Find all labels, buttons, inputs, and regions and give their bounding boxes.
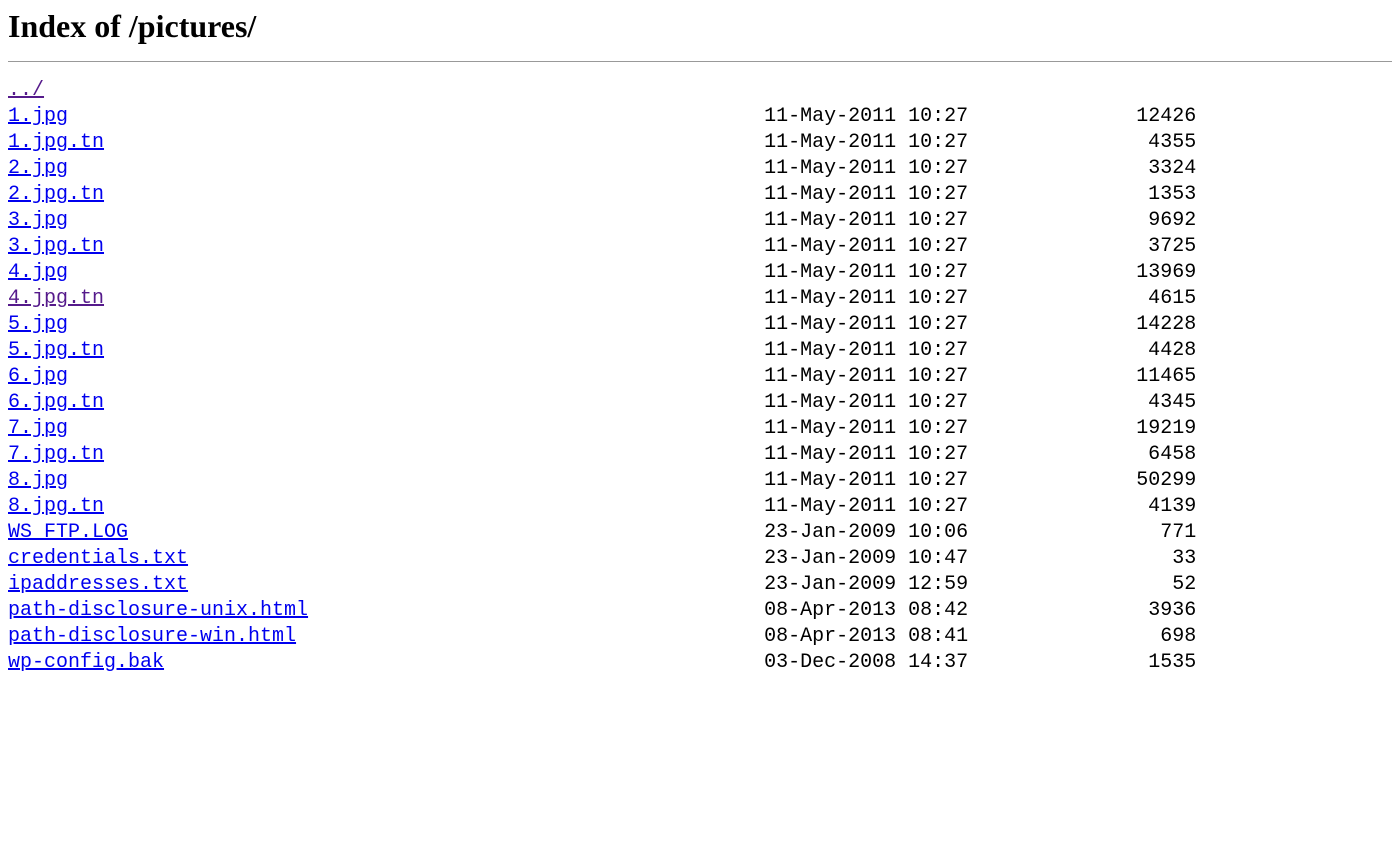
- file-link[interactable]: path-disclosure-unix.html: [8, 599, 308, 622]
- parent-directory-link[interactable]: ../: [8, 79, 44, 102]
- file-link[interactable]: 5.jpg: [8, 313, 68, 336]
- file-link[interactable]: 3.jpg.tn: [8, 235, 104, 258]
- file-link[interactable]: 3.jpg: [8, 209, 68, 232]
- file-link[interactable]: 4.jpg.tn: [8, 287, 104, 310]
- file-link[interactable]: 8.jpg: [8, 469, 68, 492]
- file-link[interactable]: ipaddresses.txt: [8, 573, 188, 596]
- file-link[interactable]: WS_FTP.LOG: [8, 521, 128, 544]
- file-link[interactable]: 7.jpg: [8, 417, 68, 440]
- file-listing: ../ 1.jpg 11-May-2011 10:27 12426 1.jpg.…: [8, 78, 1392, 676]
- file-link[interactable]: 6.jpg.tn: [8, 391, 104, 414]
- file-link[interactable]: 1.jpg: [8, 105, 68, 128]
- file-link[interactable]: credentials.txt: [8, 547, 188, 570]
- page-title: Index of /pictures/: [8, 8, 1392, 45]
- divider: [8, 61, 1392, 62]
- file-link[interactable]: path-disclosure-win.html: [8, 625, 296, 648]
- file-link[interactable]: 4.jpg: [8, 261, 68, 284]
- file-link[interactable]: 2.jpg: [8, 157, 68, 180]
- file-link[interactable]: 5.jpg.tn: [8, 339, 104, 362]
- file-link[interactable]: wp-config.bak: [8, 651, 164, 674]
- file-link[interactable]: 7.jpg.tn: [8, 443, 104, 466]
- file-link[interactable]: 6.jpg: [8, 365, 68, 388]
- file-link[interactable]: 8.jpg.tn: [8, 495, 104, 518]
- file-link[interactable]: 2.jpg.tn: [8, 183, 104, 206]
- file-link[interactable]: 1.jpg.tn: [8, 131, 104, 154]
